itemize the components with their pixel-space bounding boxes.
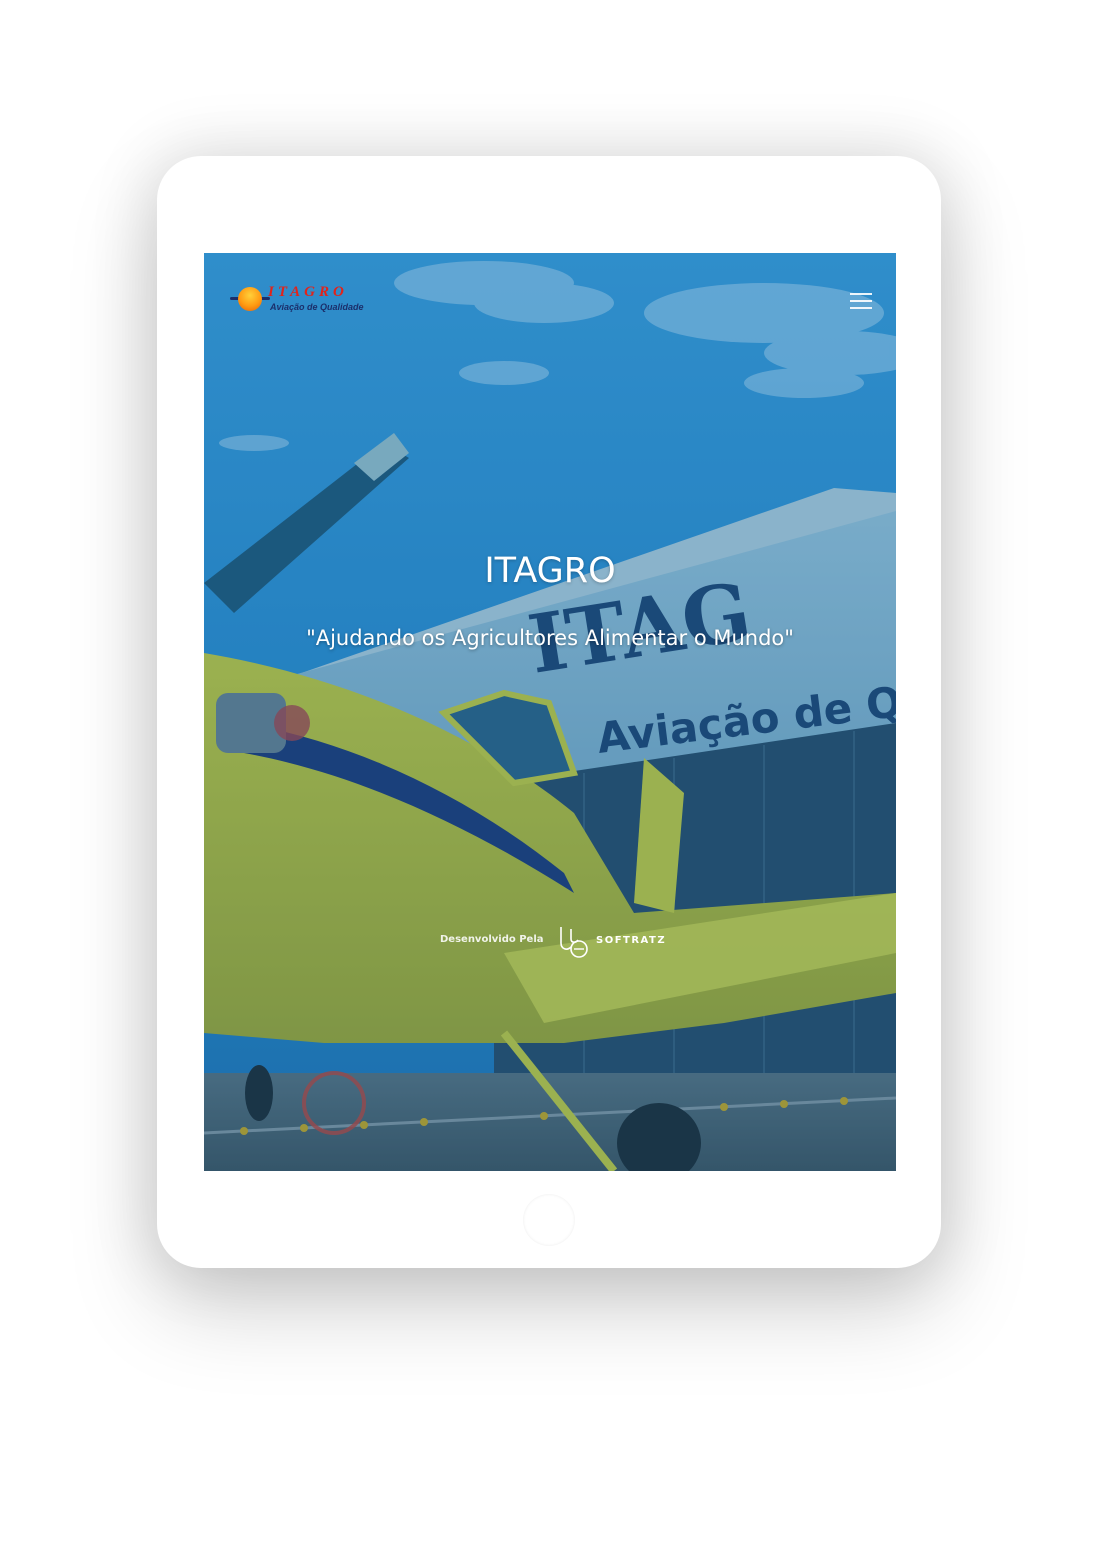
tablet-home-button — [523, 1194, 575, 1246]
hero-overlay — [204, 253, 896, 1171]
logo-name: ITAGRO — [268, 284, 348, 300]
page: ITAG Aviação de Q ITAGRO Aviação de Qual… — [0, 0, 1098, 1560]
developer-credit[interactable]: Desenvolvido Pela SOFTRATZ — [440, 925, 700, 959]
credit-label: Desenvolvido Pela — [440, 934, 544, 945]
hamburger-menu-icon[interactable] — [850, 291, 872, 311]
logo-sun-icon — [238, 287, 262, 311]
hero-subtitle: "Ajudando os Agricultores Alimentar o Mu… — [306, 626, 794, 650]
hero-title: ITAGRO — [484, 551, 616, 591]
softratz-logo-icon — [560, 927, 588, 958]
tablet-screen: ITAG Aviação de Q ITAGRO Aviação de Qual… — [204, 253, 896, 1171]
credit-brand: SOFTRATZ — [596, 935, 667, 946]
logo-tagline: Aviação de Qualidade — [270, 302, 364, 312]
site-logo[interactable]: ITAGRO Aviação de Qualidade — [230, 283, 380, 317]
